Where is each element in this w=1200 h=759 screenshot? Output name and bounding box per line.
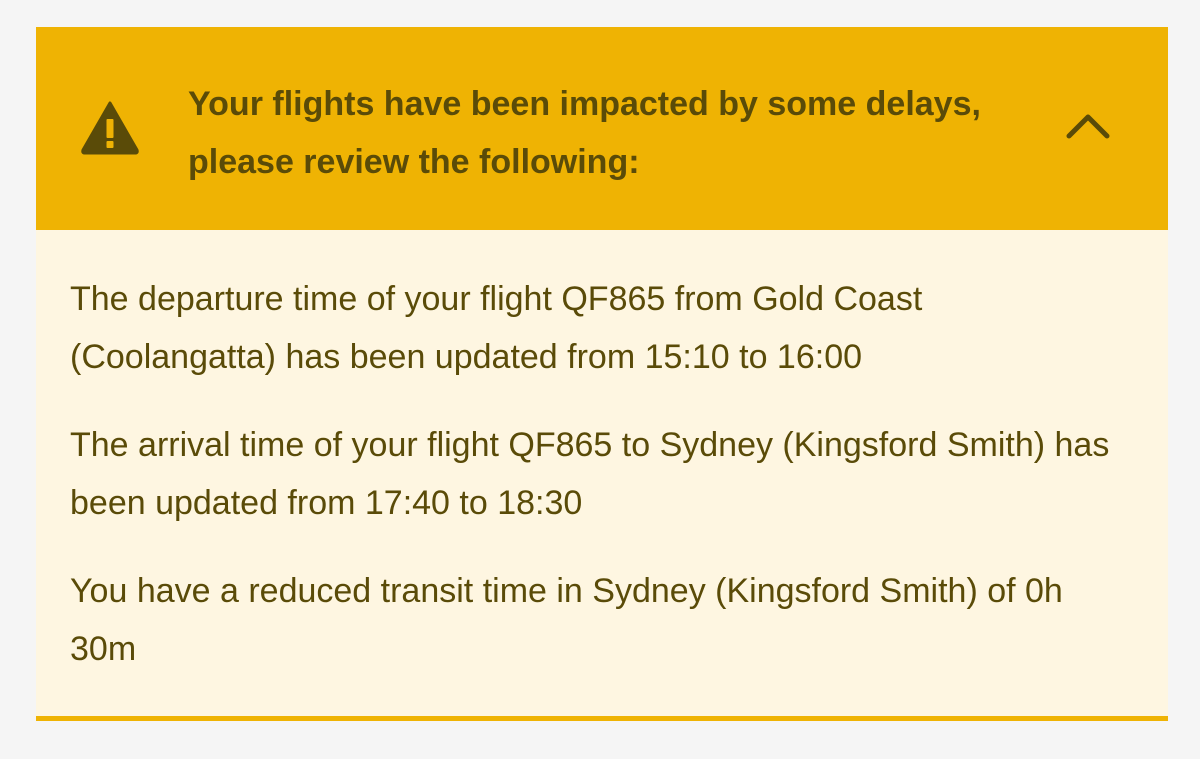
chevron-up-icon [1065, 110, 1111, 145]
alert-header[interactable]: Your flights have been impacted by some … [36, 27, 1168, 230]
departure-time-update-message: The departure time of your flight QF865 … [70, 280, 923, 376]
flight-delay-alert: Your flights have been impacted by some … [36, 27, 1168, 721]
alert-heading: Your flights have been impacted by some … [188, 85, 981, 181]
arrival-time-update-message: The arrival time of your flight QF865 to… [70, 426, 1110, 522]
transit-time-message: You have a reduced transit time in Sydne… [70, 572, 1063, 668]
alert-body: The departure time of your flight QF865 … [36, 230, 1168, 678]
warning-triangle-icon [80, 99, 140, 155]
collapse-button[interactable] [1058, 99, 1118, 155]
